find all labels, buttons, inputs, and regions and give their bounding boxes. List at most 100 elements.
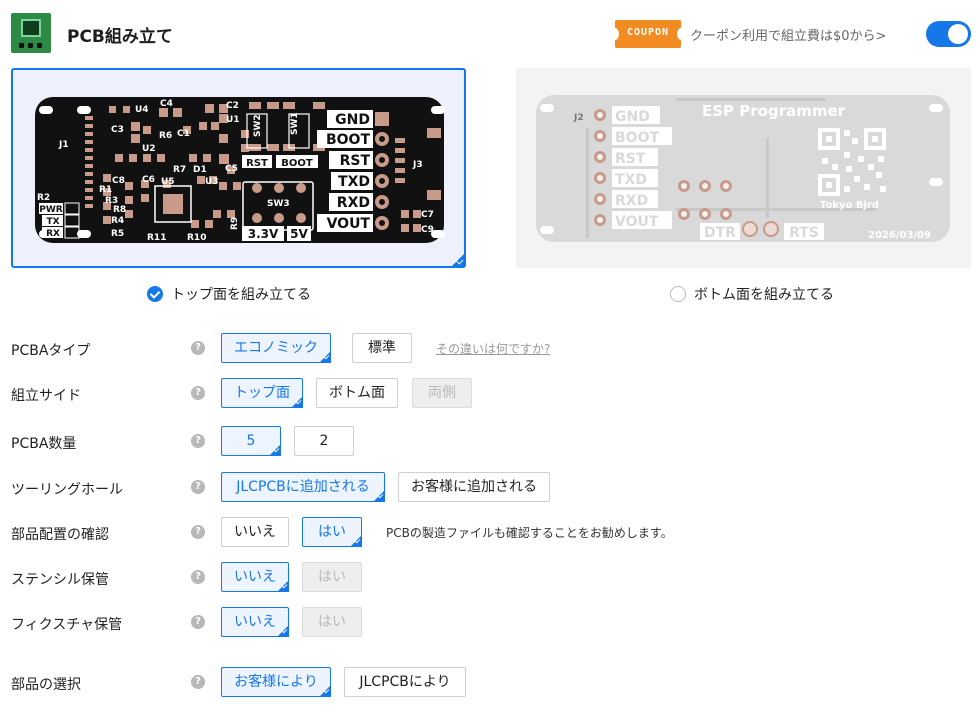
silk-label: R5	[111, 229, 124, 239]
silk-label: C7	[421, 210, 434, 220]
assembly-side-both-button: 両側	[412, 378, 472, 408]
silk-label: C8	[112, 176, 125, 186]
rts-label: RTS	[789, 225, 819, 241]
assembly-side-top-button[interactable]: トップ面	[221, 378, 303, 408]
pcba-qty-2-button[interactable]: 2	[294, 426, 354, 456]
silk-label: U5	[161, 177, 175, 187]
parts-select-label: 部品の選択	[11, 677, 81, 693]
coupon-icon[interactable]: COUPON	[611, 20, 685, 48]
placement-no-button[interactable]: いいえ	[221, 517, 289, 547]
assembly-toggle[interactable]	[926, 21, 971, 47]
top-board-image: GND BOOT RST TXD RXD VOUT RST BOOT 3.3V …	[35, 97, 445, 243]
placement-confirm-label: 部品配置の確認	[11, 527, 109, 543]
fixture-row: フィクスチャ保管 ? いいえ はい	[0, 607, 980, 639]
top-button-label: BOOT	[281, 158, 313, 169]
silk-label: SW1	[290, 112, 300, 135]
parts-select-row: 部品の選択 ? お客様により JLCPCBにより	[0, 667, 980, 699]
assembly-side-row: 組立サイド ? トップ面 ボトム面 両側	[0, 378, 980, 410]
top-side-label: トップ面を組み立てる	[171, 287, 311, 303]
tooling-customer-button[interactable]: お客様に追加される	[398, 472, 550, 502]
bottom-pin-label: BOOT	[615, 130, 659, 146]
placement-confirm-row: 部品配置の確認 ? いいえ はい PCBの製造ファイルも確認することをお勧めしま…	[0, 517, 980, 549]
silk-label: C4	[160, 99, 173, 109]
pcba-qty-label: PCBA数量	[11, 436, 77, 452]
placement-note: PCBの製造ファイルも確認することをお勧めします。	[386, 526, 673, 540]
help-icon[interactable]: ?	[191, 525, 205, 539]
silk-label: R7	[173, 165, 186, 175]
fixture-label: フィクスチャ保管	[11, 617, 123, 633]
coupon-link[interactable]: クーポン利用で組立費は$0から>	[690, 25, 886, 44]
silk-label: C5	[225, 164, 238, 174]
help-icon[interactable]: ?	[191, 675, 205, 689]
placement-yes-button[interactable]: はい	[302, 517, 362, 547]
page-header: PCB組み立て COUPON クーポン利用で組立費は$0から>	[0, 0, 980, 66]
bottom-board-preview[interactable]: J2 GND BOOT RST TXD RXD VOUT ESP Program…	[516, 68, 971, 268]
silk-label: U3	[205, 177, 219, 187]
top-pin-label: TXD	[338, 174, 370, 190]
bottom-pin-label: VOUT	[615, 214, 659, 230]
tx-label: TX	[46, 217, 59, 227]
silk-label: U2	[142, 144, 156, 154]
help-icon[interactable]: ?	[191, 615, 205, 629]
silk-label: SW2	[253, 114, 263, 137]
brand-label: Tokyo Bjrd	[820, 200, 879, 211]
pcb-chip-icon	[11, 13, 51, 53]
help-icon[interactable]: ?	[191, 386, 205, 400]
help-icon[interactable]: ?	[191, 480, 205, 494]
voltage-label: 3.3V	[248, 227, 279, 241]
pcba-type-label: PCBAタイプ	[11, 343, 91, 359]
silk-label: J1	[58, 140, 69, 150]
assembly-side-label: 組立サイド	[11, 388, 81, 404]
top-pin-label: GND	[335, 112, 370, 128]
silk-label: U1	[226, 115, 240, 125]
silk-label: R2	[37, 193, 50, 203]
stencil-yes-button: はい	[302, 562, 362, 592]
stencil-label: ステンシル保管	[11, 572, 109, 588]
bottom-pin-label: GND	[615, 109, 650, 125]
help-icon[interactable]: ?	[191, 570, 205, 584]
silk-label: R1	[99, 185, 112, 195]
silk-label: J3	[412, 160, 423, 170]
parts-jlcpcb-button[interactable]: JLCPCBにより	[344, 667, 466, 697]
bottom-board-image: J2 GND BOOT RST TXD RXD VOUT ESP Program…	[536, 95, 950, 242]
bottom-side-radio[interactable]: ボトム面を組み立てる	[670, 284, 834, 304]
pcba-type-row: PCBAタイプ ? エコノミック 標準 その違いは何ですか?	[0, 333, 980, 365]
silk-label: R4	[111, 216, 124, 226]
top-pin-label: BOOT	[326, 132, 370, 148]
pcba-type-standard-button[interactable]: 標準	[352, 333, 412, 363]
help-icon[interactable]: ?	[191, 341, 205, 355]
coupon-badge-label: COUPON	[626, 27, 670, 38]
fixture-yes-button: はい	[302, 607, 362, 637]
silk-label: C1	[177, 129, 190, 139]
assembly-side-bottom-button[interactable]: ボトム面	[316, 378, 398, 408]
voltage-label: 5V	[290, 227, 308, 241]
top-button-label: RST	[246, 158, 268, 169]
top-pin-label: RST	[340, 153, 371, 169]
pwr-label: PWR	[39, 205, 63, 215]
toggle-knob	[948, 24, 968, 44]
top-board-preview[interactable]: GND BOOT RST TXD RXD VOUT RST BOOT 3.3V …	[11, 68, 466, 268]
silk-label: R9	[230, 217, 240, 230]
radio-checked-icon	[147, 286, 163, 302]
selected-corner-icon	[451, 253, 465, 267]
stencil-no-button[interactable]: いいえ	[221, 562, 289, 592]
difference-link[interactable]: その違いは何ですか?	[436, 340, 550, 357]
top-side-radio[interactable]: トップ面を組み立てる	[147, 284, 311, 304]
tooling-holes-row: ツーリングホール ? JLCPCBに追加される お客様に追加される	[0, 472, 980, 504]
dtr-label: DTR	[704, 225, 736, 241]
stencil-row: ステンシル保管 ? いいえ はい	[0, 562, 980, 594]
fixture-no-button[interactable]: いいえ	[221, 607, 289, 637]
pcba-qty-5-button[interactable]: 5	[221, 426, 281, 456]
silk-label: U4	[135, 105, 149, 115]
pcba-type-economic-button[interactable]: エコノミック	[221, 333, 331, 363]
board-title: ESP Programmer	[702, 102, 846, 120]
radio-unchecked-icon	[670, 286, 686, 302]
silk-label: C6	[142, 175, 155, 185]
parts-customer-button[interactable]: お客様により	[221, 667, 331, 697]
silk-label: C9	[421, 225, 434, 235]
tooling-jlcpcb-button[interactable]: JLCPCBに追加される	[221, 472, 385, 502]
rx-label: RX	[46, 229, 60, 239]
pcba-qty-row: PCBA数量 ? 5 2	[0, 426, 980, 458]
bottom-side-label: ボトム面を組み立てる	[694, 287, 834, 303]
help-icon[interactable]: ?	[191, 434, 205, 448]
